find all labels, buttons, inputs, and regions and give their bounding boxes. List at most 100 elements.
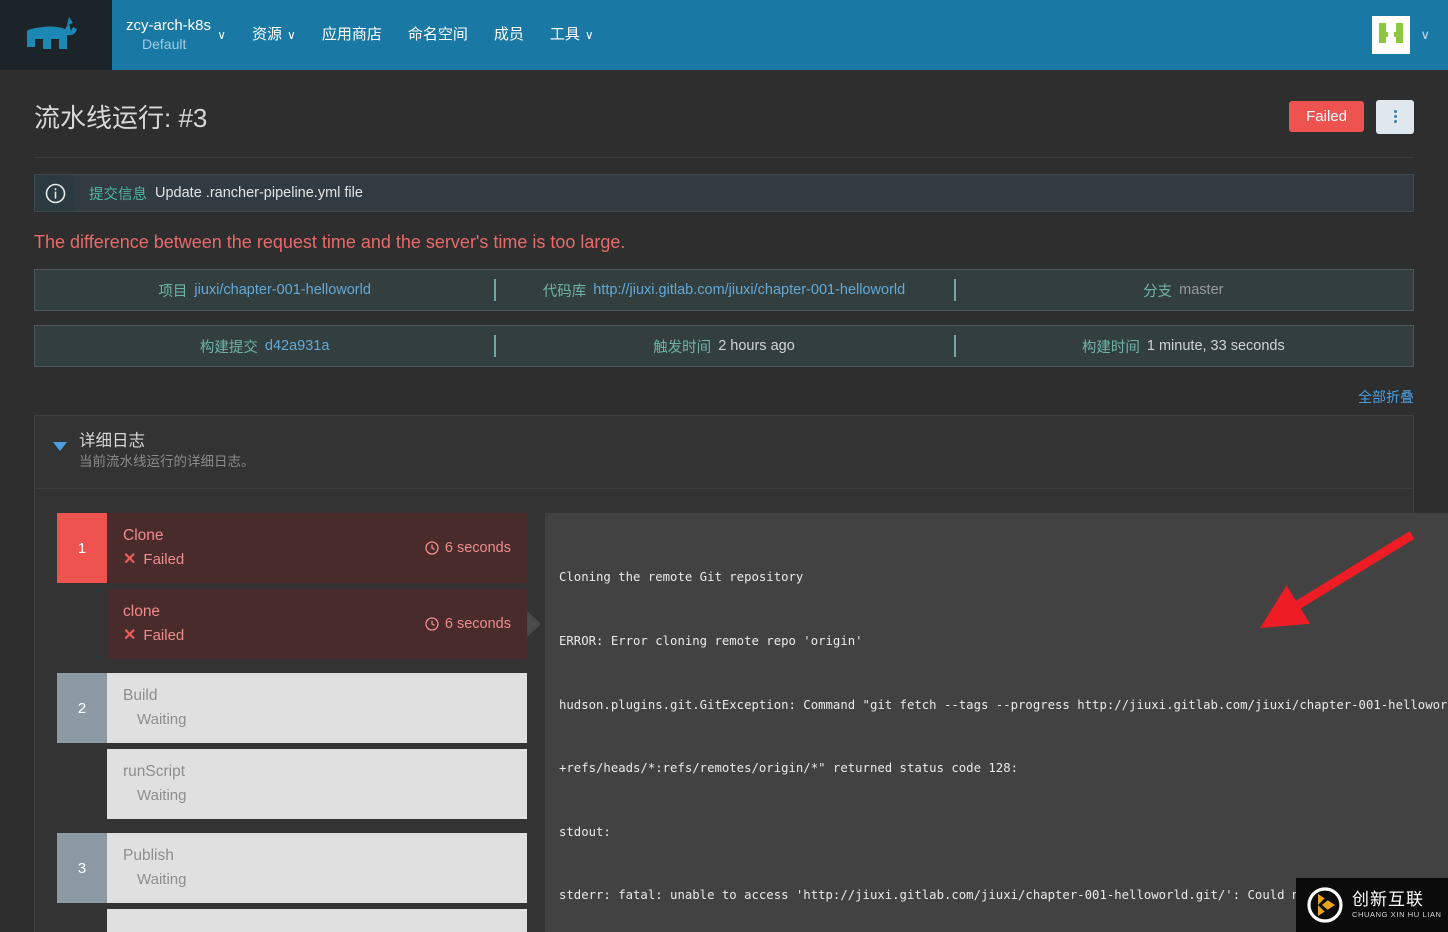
stage-name: Build — [123, 687, 158, 704]
log-output[interactable]: Cloning the remote Git repository ERROR:… — [545, 513, 1448, 932]
substep-body: clone ✕ Failed 6 seconds — [107, 589, 527, 659]
rancher-logo[interactable] — [0, 0, 112, 70]
substep-duration: 6 seconds — [425, 616, 511, 632]
substep-duration-label: 6 seconds — [444, 616, 511, 632]
info-strip-row2: 构建提交 d42a931a 触发时间 2 hours ago 构建时间 1 mi… — [34, 325, 1414, 367]
log-line: stdout: — [559, 824, 619, 839]
substep-runscript[interactable]: runScript Waiting — [107, 749, 527, 819]
detail-title: 详细日志 — [79, 432, 145, 450]
stage-texts: Build Waiting — [123, 684, 511, 732]
chevron-down-icon: ∨ — [1420, 27, 1430, 42]
nav-label: 资源 — [252, 26, 283, 43]
stage-name: Clone — [123, 527, 164, 544]
nav-item-namespaces[interactable]: 命名空间 — [408, 0, 468, 70]
stage-body: Clone ✕ Failed 6 seconds — [107, 513, 527, 583]
substep-state: ✕ Failed — [123, 624, 425, 648]
commit-banner: 提交信息 Update .rancher-pipeline.yml file — [34, 174, 1414, 212]
nav-item-tools[interactable]: 工具 ∨ — [550, 0, 594, 70]
substep-row: publishImage — [107, 909, 527, 932]
commit-info: 提交信息 Update .rancher-pipeline.yml file — [75, 175, 363, 211]
top-navigation-bar: zcy-arch-k8s Default ∨ 资源 ∨ 应用商店 命名空间 成员… — [0, 0, 1448, 70]
chevron-down-icon: ∨ — [287, 28, 296, 42]
info-key: 构建提交 — [199, 339, 258, 356]
stage-row-clone[interactable]: 1 Clone ✕ Failed 6 seconds — [57, 513, 527, 583]
substep-publishimage[interactable]: publishImage — [107, 909, 527, 932]
nav-item-members[interactable]: 成员 — [494, 0, 524, 70]
cx-logo-icon — [1307, 887, 1343, 923]
substep-texts: runScript Waiting — [123, 760, 511, 808]
collapse-row: 全部折叠 — [34, 381, 1414, 415]
status-badge: Failed — [1289, 101, 1364, 132]
user-avatar-icon — [1379, 23, 1404, 47]
nav-label: 命名空间 — [407, 26, 468, 43]
collapse-all-link[interactable]: 全部折叠 — [1358, 387, 1414, 407]
actions-menu-button[interactable] — [1376, 99, 1414, 134]
kebab-menu-icon — [1393, 110, 1397, 123]
stage-body: Build Waiting — [107, 673, 527, 743]
stage-state-label: Waiting — [137, 711, 187, 728]
chevron-down-icon[interactable] — [53, 442, 67, 451]
cluster-selector[interactable]: zcy-arch-k8s Default ∨ — [112, 0, 234, 70]
page-title: 流水线运行: #3 — [34, 103, 208, 133]
nav-item-app-store[interactable]: 应用商店 — [322, 0, 382, 70]
info-build-time: 构建时间 1 minute, 33 seconds — [953, 326, 1413, 366]
info-key: 代码库 — [542, 283, 587, 300]
substep-state-label: Failed — [143, 627, 185, 644]
detail-header: 详细日志 当前流水线运行的详细日志。 — [35, 416, 1413, 489]
stage-row-publish[interactable]: 3 Publish Waiting — [57, 833, 527, 903]
info-key: 分支 — [1143, 283, 1173, 300]
stage-state-label: Waiting — [137, 871, 187, 888]
stage-number: 2 — [57, 673, 107, 743]
info-key: 触发时间 — [653, 339, 712, 356]
info-value[interactable]: d42a931a — [265, 338, 330, 354]
cow-logo-icon — [27, 17, 77, 49]
selected-pointer-icon — [527, 611, 541, 637]
substep-row: runScript Waiting — [107, 749, 527, 819]
substep-name: clone — [123, 603, 161, 620]
info-triggered-time: 触发时间 2 hours ago — [494, 326, 953, 366]
stage-name: Publish — [123, 847, 174, 864]
info-value: 2 hours ago — [718, 338, 795, 354]
clock-icon — [425, 541, 439, 555]
log-line: +refs/heads/*:refs/remotes/origin/*" ret… — [559, 761, 1019, 776]
page-header: 流水线运行: #3 Failed — [34, 70, 1414, 157]
divider — [34, 157, 1414, 158]
info-repository: 代码库 http://jiuxi.gitlab.com/jiuxi/chapte… — [494, 270, 953, 310]
substep-row: clone ✕ Failed 6 seconds — [107, 589, 527, 659]
stage-state: ✕ Failed — [123, 548, 425, 572]
info-value[interactable]: jiuxi/chapter-001-helloworld — [194, 282, 371, 298]
clock-icon — [425, 617, 439, 631]
info-commit: 构建提交 d42a931a — [35, 326, 494, 366]
chevron-down-icon: ∨ — [217, 28, 226, 42]
run-area: 1 Clone ✕ Failed 6 seconds clone ✕ Faile… — [35, 489, 1448, 932]
info-branch: 分支 master — [953, 270, 1413, 310]
stage-block: 2 Build Waiting runScript Waiting — [57, 673, 527, 819]
user-menu[interactable]: ∨ — [1372, 16, 1448, 54]
stage-state: Waiting — [123, 708, 511, 732]
info-value[interactable]: http://jiuxi.gitlab.com/jiuxi/chapter-00… — [593, 282, 905, 298]
stage-block: 1 Clone ✕ Failed 6 seconds clone ✕ Faile… — [57, 513, 541, 659]
info-value: 1 minute, 33 seconds — [1146, 338, 1285, 354]
stage-number: 3 — [57, 833, 107, 903]
detail-log-section: 详细日志 当前流水线运行的详细日志。 1 Clone ✕ Failed 6 se… — [34, 415, 1448, 932]
avatar[interactable] — [1372, 16, 1411, 54]
commit-label: 提交信息 — [89, 186, 147, 203]
stage-state-label: Failed — [143, 551, 185, 568]
stage-body: Publish Waiting — [107, 833, 527, 903]
info-strip-row1: 项目 jiuxi/chapter-001-helloworld 代码库 http… — [34, 269, 1414, 311]
error-message: The difference between the request time … — [34, 232, 626, 252]
nav-label: 应用商店 — [321, 26, 382, 43]
stage-duration-label: 6 seconds — [444, 540, 511, 556]
substep-clone[interactable]: clone ✕ Failed 6 seconds — [107, 589, 541, 659]
substep-name: runScript — [123, 763, 186, 780]
watermark: 创新互联 CHUANG XIN HU LIAN — [1296, 878, 1448, 932]
info-key: 构建时间 — [1081, 339, 1140, 356]
detail-subtitle: 当前流水线运行的详细日志。 — [79, 454, 255, 469]
info-key: 项目 — [158, 283, 188, 300]
log-line: ERROR: Error cloning remote repo 'origin… — [559, 634, 863, 649]
commit-message: Update .rancher-pipeline.yml file — [155, 185, 363, 201]
x-mark-icon: ✕ — [123, 551, 137, 568]
stage-row-build[interactable]: 2 Build Waiting — [57, 673, 527, 743]
stage-texts: Publish Waiting — [123, 844, 511, 892]
nav-item-resources[interactable]: 资源 ∨ — [252, 0, 296, 70]
